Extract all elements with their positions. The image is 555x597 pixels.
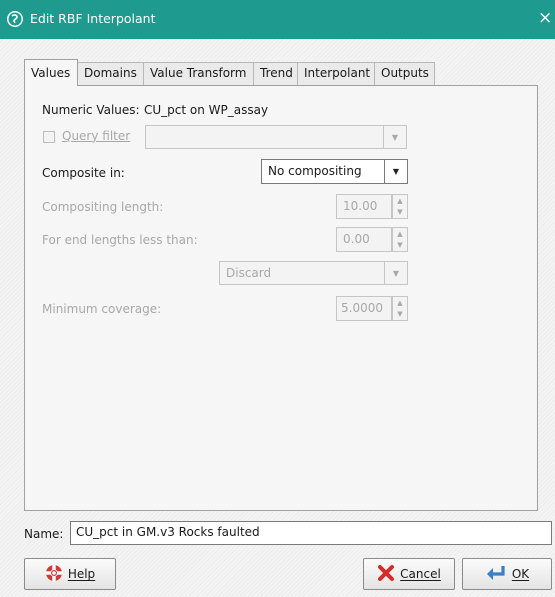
chevron-down-icon: ▼ (384, 262, 407, 284)
tab-domains[interactable]: Domains (77, 62, 144, 85)
composite-in-value: No compositing (268, 164, 362, 178)
numeric-values-value: CU_pct on WP_assay (144, 103, 269, 117)
end-action-value: Discard (226, 266, 272, 280)
minimum-coverage-spinner[interactable]: ▲ ▼ (392, 296, 408, 321)
compositing-length-input[interactable]: 10.00 (336, 194, 392, 219)
tab-trend-label: Trend (260, 66, 293, 80)
tab-outputs[interactable]: Outputs (374, 62, 435, 85)
tab-outputs-label: Outputs (381, 66, 429, 80)
close-icon[interactable]: × (538, 9, 552, 27)
tab-interpolant[interactable]: Interpolant (297, 62, 375, 85)
help-button[interactable]: Help (24, 558, 116, 590)
minimum-coverage-input[interactable]: 5.0000 (336, 296, 392, 321)
query-filter-checkbox[interactable] (43, 131, 55, 143)
title-bar: Edit RBF Interpolant × (0, 0, 555, 39)
name-input[interactable]: CU_pct in GM.v3 Rocks faulted (70, 521, 552, 545)
window-title: Edit RBF Interpolant (30, 11, 156, 26)
app-logo-icon (7, 11, 23, 27)
ok-button[interactable]: OK (462, 558, 552, 590)
end-lengths-value: 0.00 (343, 232, 370, 246)
ok-button-label: OK (511, 567, 530, 581)
cancel-button[interactable]: Cancel (363, 558, 455, 590)
end-lengths-spinner[interactable]: ▲ ▼ (392, 227, 408, 252)
chevron-down-icon: ▼ (383, 126, 406, 148)
compositing-length-value: 10.00 (343, 199, 378, 213)
end-lengths-input[interactable]: 0.00 (336, 227, 392, 252)
red-x-icon (377, 564, 395, 585)
composite-in-label: Composite in: (42, 166, 125, 180)
chevron-down-icon: ▼ (384, 160, 407, 183)
tab-trend[interactable]: Trend (253, 62, 298, 85)
help-button-label: Help (67, 567, 96, 581)
return-arrow-icon (485, 564, 507, 585)
composite-in-dropdown[interactable]: No compositing ▼ (261, 159, 408, 184)
cancel-button-label: Cancel (400, 567, 441, 581)
numeric-values-label: Numeric Values: (42, 103, 140, 117)
minimum-coverage-label: Minimum coverage: (42, 302, 162, 316)
minimum-coverage-value: 5.0000 (341, 301, 383, 315)
query-filter-dropdown[interactable]: ▼ (145, 125, 407, 149)
compositing-length-spinner[interactable]: ▲ ▼ (392, 194, 408, 219)
tab-domains-label: Domains (84, 66, 137, 80)
tab-values-label: Values (31, 66, 71, 80)
compositing-length-label: Compositing length: (42, 200, 164, 214)
tab-interpolant-label: Interpolant (304, 66, 371, 80)
tab-values[interactable]: Values (24, 59, 78, 86)
name-value: CU_pct in GM.v3 Rocks faulted (76, 525, 260, 539)
tab-value-transform-label: Value Transform (150, 66, 247, 80)
end-action-dropdown[interactable]: Discard ▼ (219, 261, 408, 285)
lifebuoy-icon (45, 564, 63, 585)
query-filter-label: Query filter (62, 129, 131, 143)
name-label: Name: (24, 527, 64, 541)
tab-value-transform[interactable]: Value Transform (143, 62, 254, 85)
end-lengths-label: For end lengths less than: (42, 233, 198, 247)
